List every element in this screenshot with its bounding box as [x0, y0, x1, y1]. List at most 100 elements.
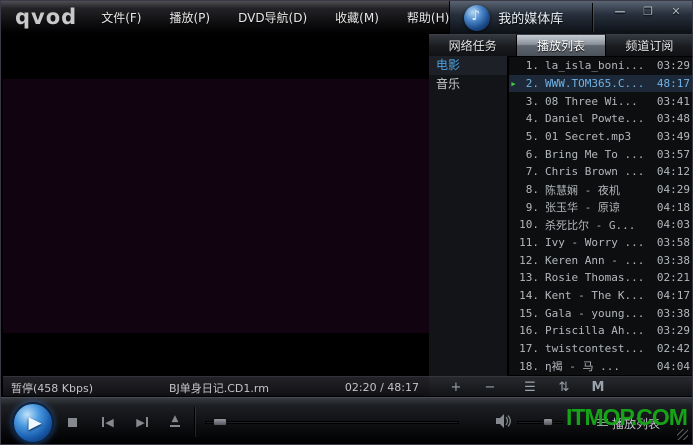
playlist-item-duration: 03:58	[653, 236, 690, 249]
playlist-item-duration: 02:42	[653, 342, 690, 355]
menu-dvd-nav[interactable]: DVD导航(D)	[238, 9, 307, 26]
playlist-item-duration: 04:18	[653, 201, 690, 214]
playlist-item[interactable]: 15. Gala - young... 03:38	[509, 304, 693, 322]
playlist-item-title: Daniel Powte...	[545, 112, 653, 125]
playlist-item-title: Ivy - Worry ...	[545, 236, 653, 249]
playlist-item-title: η褐 - 马 ...	[545, 358, 653, 374]
category-music[interactable]: 音乐	[429, 75, 507, 94]
playlist-item[interactable]: ▶ 2. WWW.TOM365.C... 48:17	[509, 75, 693, 93]
playlist-item[interactable]: 1. la_isla_boni... 03:29	[509, 57, 693, 75]
window-controls: — ❐ ✕	[612, 5, 684, 18]
play-button[interactable]: ▶	[12, 402, 54, 444]
playlist-toggle-label: 播放列表	[612, 415, 660, 432]
menu-favorites[interactable]: 收藏(M)	[335, 9, 379, 26]
title-bar: qvod 文件(F) 播放(P) DVD导航(D) 收藏(M) 帮助(H) 我的…	[1, 1, 693, 34]
playlist-item[interactable]: 7. Chris Brown ... 04:12	[509, 163, 693, 181]
playlist-item-title: la_isla_boni...	[545, 59, 653, 72]
playlist-item-title: Priscilla Ah...	[545, 324, 653, 337]
video-area[interactable]	[3, 34, 429, 376]
playlist-toggle-button[interactable]: 播放列表	[597, 415, 660, 432]
playlist-item-title: 01 Secret.mp3	[545, 130, 653, 143]
previous-track-button[interactable]: ◀	[97, 413, 119, 431]
maximize-button[interactable]: ❐	[640, 5, 656, 18]
playlist-item-duration: 03:49	[653, 130, 690, 143]
panel-tabs: 网络任务 播放列表 频道订阅	[429, 34, 693, 56]
resize-grip-icon[interactable]	[677, 429, 688, 440]
playlist-item[interactable]: 18. η褐 - 马 ... 04:04	[509, 357, 693, 375]
playlist-item-number: 6.	[518, 148, 539, 161]
playlist-item[interactable]: 6. Bring Me To ... 03:57	[509, 145, 693, 163]
playlist-item-title: 08 Three Wi...	[545, 95, 653, 108]
playlist-item-number: 4.	[518, 112, 539, 125]
playlist-item[interactable]: 11. Ivy - Worry ... 03:58	[509, 234, 693, 252]
list-view-icon[interactable]: ☰	[517, 380, 543, 395]
time-position: 02:20 / 48:17	[345, 381, 429, 394]
playlist-item[interactable]: 12. Keren Ann - ... 03:38	[509, 251, 693, 269]
playing-indicator-icon: ▶	[509, 80, 518, 88]
playlist-item-number: 11.	[518, 236, 539, 249]
playlist-item-number: 13.	[518, 271, 539, 284]
playlist-item-duration: 04:29	[653, 183, 690, 196]
tab-network-tasks[interactable]: 网络任务	[429, 34, 517, 56]
sort-icon[interactable]: ⇅	[551, 380, 577, 395]
playlist-item-title: Gala - young...	[545, 307, 653, 320]
remove-item-icon[interactable]: −	[477, 380, 503, 395]
playlist-item-duration: 02:21	[653, 271, 690, 284]
playlist-item-number: 3.	[518, 95, 539, 108]
playlist-item-number: 12.	[518, 254, 539, 267]
eject-button[interactable]: ▲	[165, 411, 185, 431]
playlist-item-duration: 04:12	[653, 165, 690, 178]
tab-channel-subscribe[interactable]: 频道订阅	[606, 34, 693, 56]
playlist-item[interactable]: 9. 张玉华 - 原谅 04:18	[509, 198, 693, 216]
playlist-item-number: 1.	[518, 59, 539, 72]
minimize-button[interactable]: —	[612, 5, 628, 18]
media-library-icon	[464, 5, 490, 31]
volume-slider-thumb[interactable]	[543, 418, 553, 426]
category-movies[interactable]: 电影	[429, 56, 507, 75]
playback-state: 暂停(458 Kbps)	[3, 380, 93, 396]
playlist-item[interactable]: 16. Priscilla Ah... 03:29	[509, 322, 693, 340]
close-button[interactable]: ✕	[668, 5, 684, 18]
playlist-item-number: 9.	[518, 201, 539, 214]
speaker-icon[interactable]	[495, 413, 513, 429]
playlist-item[interactable]: 14. Kent - The K... 04:17	[509, 287, 693, 305]
playlist-item-number: 14.	[518, 289, 539, 302]
playlist-item-title: Chris Brown ...	[545, 165, 653, 178]
current-file-name: BJ单身日记.CD1.rm	[169, 380, 269, 396]
mode-m-icon[interactable]: M	[585, 380, 611, 395]
playlist-item-title: WWW.TOM365.C...	[545, 77, 653, 90]
playlist-item[interactable]: 5. 01 Secret.mp3 03:49	[509, 128, 693, 146]
playlist-item-number: 17.	[518, 342, 539, 355]
stop-button[interactable]	[63, 413, 81, 431]
playlist-item[interactable]: 10. 杀死比尔 - G... 04:03	[509, 216, 693, 234]
playlist-item-title: Rosie Thomas...	[545, 271, 653, 284]
playlist-item-duration: 03:29	[653, 324, 690, 337]
playlist-item[interactable]: 8. 陈慧娴 - 夜机 04:29	[509, 181, 693, 199]
tab-playlist[interactable]: 播放列表	[517, 34, 605, 56]
next-icon	[146, 417, 148, 427]
playlist-item-title: 杀死比尔 - G...	[545, 217, 653, 233]
menu-help[interactable]: 帮助(H)	[407, 9, 449, 26]
eject-icon: ▲	[172, 415, 179, 424]
menu-play[interactable]: 播放(P)	[169, 9, 210, 26]
playlist-item-title: Keren Ann - ...	[545, 254, 653, 267]
add-item-icon[interactable]: +	[443, 380, 469, 395]
playlist-item[interactable]: 3. 08 Three Wi... 03:41	[509, 92, 693, 110]
media-library-header: 我的媒体库 — ❐ ✕	[449, 1, 693, 34]
seek-slider-thumb[interactable]	[213, 418, 227, 426]
playlist-item[interactable]: 17. twistcontest... 02:42	[509, 340, 693, 358]
playlist-item[interactable]: 13. Rosie Thomas... 02:21	[509, 269, 693, 287]
qvod-player-window: qvod 文件(F) 播放(P) DVD导航(D) 收藏(M) 帮助(H) 我的…	[0, 0, 693, 445]
menu-file[interactable]: 文件(F)	[101, 9, 141, 26]
menu-bar: 文件(F) 播放(P) DVD导航(D) 收藏(M) 帮助(H)	[89, 9, 449, 26]
playlist-toggle-icon	[597, 419, 608, 428]
playlist-item-duration: 03:38	[653, 254, 690, 267]
playlist-item-title: 陈慧娴 - 夜机	[545, 182, 653, 198]
status-bar: 暂停(458 Kbps) BJ单身日记.CD1.rm 02:20 / 48:17	[3, 376, 429, 398]
next-track-button[interactable]: ▶	[131, 413, 153, 431]
seek-slider[interactable]	[205, 421, 459, 424]
volume-slider[interactable]	[517, 421, 563, 424]
header-divider	[592, 3, 593, 32]
playlist-item-number: 2.	[518, 77, 539, 90]
playlist-item[interactable]: 4. Daniel Powte... 03:48	[509, 110, 693, 128]
